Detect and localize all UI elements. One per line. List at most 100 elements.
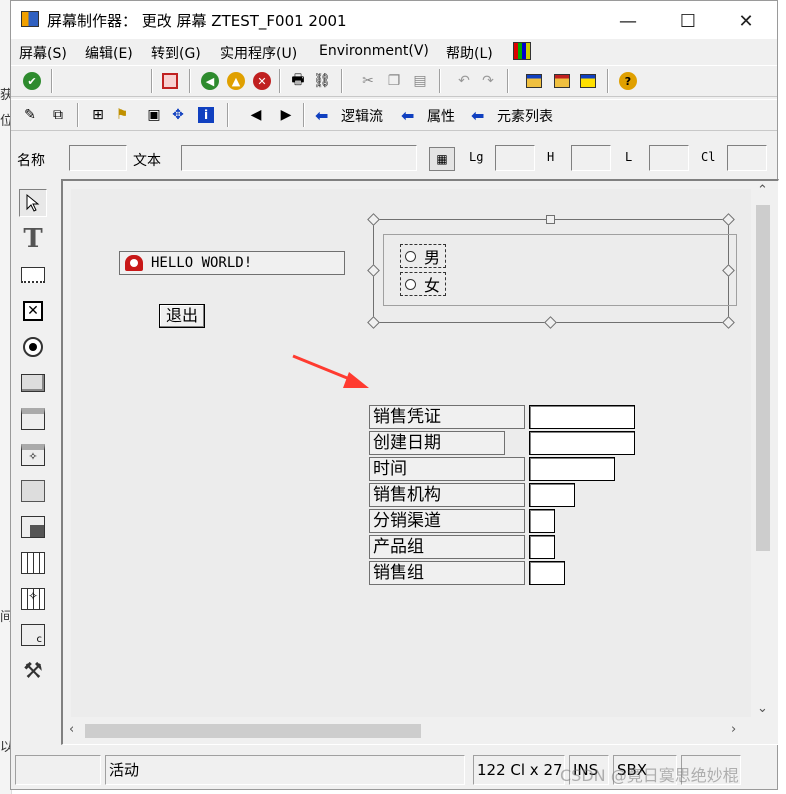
text-field[interactable]	[181, 145, 417, 171]
back-icon[interactable]: ◀	[199, 70, 221, 92]
next-icon[interactable]: ▶	[275, 104, 297, 126]
maximize-button[interactable]: ☐	[665, 7, 711, 35]
element-palette: T ✕ ✧ ✧ c ⚒	[15, 183, 55, 703]
status-icon-tool[interactable]: ⚒	[19, 657, 47, 685]
text-field-icon[interactable]: T	[19, 224, 47, 254]
name-field[interactable]	[69, 145, 127, 171]
name-label: 名称	[17, 153, 45, 169]
radio-button-icon[interactable]	[19, 333, 47, 361]
scroll-down-icon[interactable]: ⌄	[757, 701, 768, 716]
pointer-icon[interactable]	[19, 189, 47, 217]
horizontal-scrollbar[interactable]: ‹ ›	[63, 719, 751, 743]
scroll-up-icon[interactable]: ⌃	[757, 183, 768, 198]
table-control-icon[interactable]	[19, 549, 47, 577]
vertical-scrollbar[interactable]: ⌃ ⌄	[751, 181, 775, 727]
resize-handle[interactable]	[546, 215, 555, 224]
layout-canvas-frame: HELLO WORLD! 退出 男 女 销售凭证 创建日期 时间 销售机构 分销…	[61, 179, 779, 745]
field-input-sales-group[interactable]	[529, 561, 565, 585]
print-icon[interactable]: 🖶	[287, 70, 309, 92]
element-list-button[interactable]: 元素列表	[497, 106, 553, 126]
field-input-created-date[interactable]	[529, 431, 635, 455]
custom-control-icon[interactable]: c	[19, 621, 47, 649]
where-used-icon[interactable]: ⚑	[111, 104, 133, 126]
resize-handle[interactable]	[722, 213, 735, 226]
window-red-icon[interactable]	[551, 70, 573, 92]
resize-handle[interactable]	[367, 316, 380, 329]
logic-flow-arrow-icon: ⬅	[315, 106, 329, 125]
field-label-division[interactable]: 产品组	[369, 535, 525, 559]
scroll-right-icon[interactable]: ›	[731, 722, 736, 737]
copy-icon[interactable]: ❐	[383, 70, 405, 92]
save-icon[interactable]	[159, 70, 181, 92]
cut-icon[interactable]: ✂	[357, 70, 379, 92]
field-input-sales-doc[interactable]	[529, 405, 635, 429]
checkbox-icon[interactable]: ✕	[19, 297, 47, 325]
layout-menu-icon[interactable]	[513, 42, 531, 60]
radio-group-selection[interactable]: 男 女	[367, 213, 737, 329]
dictionary-icon[interactable]: ▦	[429, 147, 455, 171]
menu-goto[interactable]: 转到(G)	[151, 43, 201, 63]
subscreen-icon[interactable]	[19, 513, 47, 541]
table-wizard-icon[interactable]: ✧	[19, 585, 47, 613]
resize-handle[interactable]	[544, 316, 557, 329]
box-icon[interactable]	[19, 477, 47, 505]
field-label-time[interactable]: 时间	[369, 457, 525, 481]
field-input-distribution-channel[interactable]	[529, 509, 555, 533]
cancel-icon[interactable]: ✕	[251, 70, 273, 92]
menu-help[interactable]: 帮助(L)	[446, 43, 493, 63]
window-blue-icon[interactable]	[523, 70, 545, 92]
menu-edit[interactable]: 编辑(E)	[85, 43, 133, 63]
find-icon[interactable]: ⛓	[311, 70, 333, 92]
cl-field[interactable]	[727, 145, 767, 171]
horizontal-scroll-thumb[interactable]	[85, 724, 421, 738]
h-field[interactable]	[571, 145, 611, 171]
undo-icon[interactable]: ↶	[453, 70, 475, 92]
enter-icon[interactable]: ✔	[21, 70, 43, 92]
menu-utilities[interactable]: 实用程序(U)	[220, 43, 297, 63]
attributes-button[interactable]: 属性	[427, 106, 455, 126]
field-label-sales-org[interactable]: 销售机构	[369, 483, 525, 507]
input-field-icon[interactable]	[19, 261, 47, 289]
menu-environment[interactable]: Environment(V)	[319, 43, 429, 59]
help-icon[interactable]: ?	[617, 70, 639, 92]
resize-handle[interactable]	[722, 316, 735, 329]
field-input-division[interactable]	[529, 535, 555, 559]
tabstrip-wizard-icon[interactable]: ✧	[19, 441, 47, 469]
resize-handle[interactable]	[367, 264, 380, 277]
field-label-sales-doc[interactable]: 销售凭证	[369, 405, 525, 429]
exit-pushbutton[interactable]: 退出	[159, 304, 205, 328]
attributes-bar: 名称 文本 ▦ Lg H L Cl	[11, 141, 777, 177]
radio-female[interactable]: 女	[400, 272, 446, 296]
l-field[interactable]	[649, 145, 689, 171]
menu-screen[interactable]: 屏幕(S)	[19, 43, 67, 63]
scroll-left-icon[interactable]: ‹	[69, 722, 74, 737]
window-yellow-icon[interactable]	[577, 70, 599, 92]
lg-field[interactable]	[495, 145, 535, 171]
logic-flow-button[interactable]: 逻辑流	[341, 106, 383, 126]
layout-canvas[interactable]: HELLO WORLD! 退出 男 女 销售凭证 创建日期 时间 销售机构 分销…	[71, 189, 751, 717]
field-label-sales-group[interactable]: 销售组	[369, 561, 525, 585]
field-label-created-date[interactable]: 创建日期	[369, 431, 505, 455]
hierarchy-icon[interactable]: ⊞	[87, 104, 109, 126]
screen-icon[interactable]: ▣	[143, 104, 165, 126]
check-pencil-icon[interactable]: ✎	[19, 104, 41, 126]
info-icon[interactable]: i	[195, 104, 217, 126]
activate-icon[interactable]: ⧉	[47, 104, 69, 126]
pushbutton-icon[interactable]	[19, 369, 47, 397]
close-button[interactable]: ✕	[723, 7, 769, 35]
field-label-distribution-channel[interactable]: 分销渠道	[369, 509, 525, 533]
field-input-sales-org[interactable]	[529, 483, 575, 507]
navigate-icon[interactable]: ✥	[167, 104, 189, 126]
prev-icon[interactable]: ◀	[245, 104, 267, 126]
hello-world-text-field[interactable]: HELLO WORLD!	[119, 251, 345, 275]
radio-male-label: 男	[424, 248, 441, 267]
vertical-scroll-thumb[interactable]	[756, 205, 770, 551]
minimize-button[interactable]: —	[605, 7, 651, 35]
tabstrip-icon[interactable]	[19, 405, 47, 433]
redo-icon[interactable]: ↷	[477, 70, 499, 92]
radio-male[interactable]: 男	[400, 244, 446, 268]
field-input-time[interactable]	[529, 457, 615, 481]
paste-icon[interactable]: ▤	[409, 70, 431, 92]
exit-icon[interactable]: ▲	[225, 70, 247, 92]
resize-handle[interactable]	[367, 213, 380, 226]
